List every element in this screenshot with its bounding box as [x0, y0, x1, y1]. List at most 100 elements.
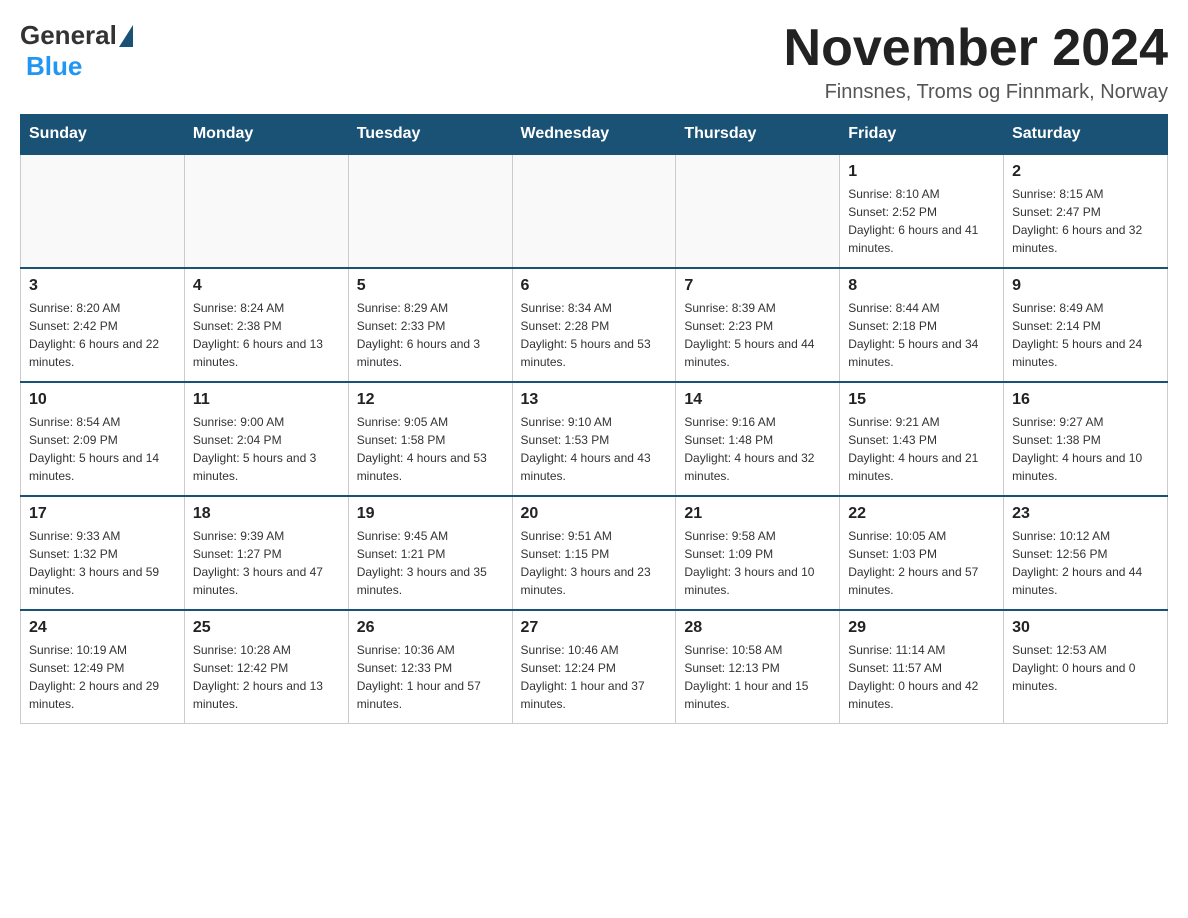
- table-row: 17Sunrise: 9:33 AMSunset: 1:32 PMDayligh…: [21, 496, 185, 610]
- table-row: 6 Sunrise: 8:34 AMSunset: 2:28 PMDaylight…: [512, 268, 676, 382]
- table-row: 9 Sunrise: 8:49 AMSunset: 2:14 PMDaylight…: [1004, 268, 1168, 382]
- day-number: 13: [521, 391, 668, 409]
- table-row: 3Sunrise: 8:20 AMSunset: 2:42 PMDaylight…: [21, 268, 185, 382]
- table-row: 13 Sunrise: 9:10 AMSunset: 1:53 PMDayligh…: [512, 382, 676, 496]
- day-info: Sunrise: 9:10 AMSunset: 1:53 PMDaylight:…: [521, 413, 668, 485]
- table-row: 15 Sunrise: 9:21 AMSunset: 1:43 PMDayligh…: [840, 382, 1004, 496]
- page-header: General Blue November 2024 Finnsnes, Tro…: [20, 20, 1168, 104]
- table-row: 8 Sunrise: 8:44 AMSunset: 2:18 PMDaylight…: [840, 268, 1004, 382]
- calendar-header-row: Sunday Monday Tuesday Wednesday Thursday…: [21, 115, 1168, 155]
- day-info: Sunrise: 10:28 AMSunset: 12:42 PMDayligh…: [193, 641, 340, 713]
- table-row: 16 Sunrise: 9:27 AMSunset: 1:38 PMDayligh…: [1004, 382, 1168, 496]
- month-title: November 2024: [784, 20, 1168, 77]
- table-row: [21, 154, 185, 268]
- col-thursday: Thursday: [676, 115, 840, 155]
- logo: General Blue: [20, 20, 133, 82]
- table-row: 12 Sunrise: 9:05 AMSunset: 1:58 PMDayligh…: [348, 382, 512, 496]
- table-row: 5Sunrise: 8:29 AMSunset: 2:33 PMDaylight…: [348, 268, 512, 382]
- day-info: Sunrise: 9:39 AMSunset: 1:27 PMDaylight:…: [193, 527, 340, 599]
- day-info: Sunrise: 10:58 AMSunset: 12:13 PMDayligh…: [684, 641, 831, 713]
- day-info: Sunrise: 9:51 AMSunset: 1:15 PMDaylight:…: [521, 527, 668, 599]
- col-friday: Friday: [840, 115, 1004, 155]
- day-number: 16: [1012, 391, 1159, 409]
- logo-general: General: [20, 20, 117, 51]
- calendar-week-row: 24 Sunrise: 10:19 AMSunset: 12:49 PMDayli…: [21, 610, 1168, 724]
- day-number: 26: [357, 619, 504, 637]
- day-info: Sunrise: 8:10 AMSunset: 2:52 PMDaylight:…: [848, 185, 995, 257]
- day-info: Sunrise: 8:24 AMSunset: 2:38 PMDaylight:…: [193, 299, 340, 371]
- day-number: 15: [848, 391, 995, 409]
- location-subtitle: Finnsnes, Troms og Finnmark, Norway: [784, 81, 1168, 104]
- day-number: 24: [29, 619, 176, 637]
- day-info: Sunrise: 9:33 AMSunset: 1:32 PMDaylight:…: [29, 527, 176, 599]
- table-row: 20 Sunrise: 9:51 AMSunset: 1:15 PMDayligh…: [512, 496, 676, 610]
- day-info: Sunrise: 9:00 AMSunset: 2:04 PMDaylight:…: [193, 413, 340, 485]
- col-tuesday: Tuesday: [348, 115, 512, 155]
- col-monday: Monday: [184, 115, 348, 155]
- day-number: 9: [1012, 277, 1159, 295]
- table-row: 7 Sunrise: 8:39 AMSunset: 2:23 PMDaylight…: [676, 268, 840, 382]
- day-number: 20: [521, 505, 668, 523]
- day-number: 1: [848, 163, 995, 181]
- day-number: 4: [193, 277, 340, 295]
- table-row: 21 Sunrise: 9:58 AMSunset: 1:09 PMDayligh…: [676, 496, 840, 610]
- day-info: Sunrise: 8:39 AMSunset: 2:23 PMDaylight:…: [684, 299, 831, 371]
- table-row: 25 Sunrise: 10:28 AMSunset: 12:42 PMDayli…: [184, 610, 348, 724]
- table-row: 18 Sunrise: 9:39 AMSunset: 1:27 PMDayligh…: [184, 496, 348, 610]
- day-number: 6: [521, 277, 668, 295]
- table-row: 23 Sunrise: 10:12 AMSunset: 12:56 PMDayli…: [1004, 496, 1168, 610]
- table-row: [348, 154, 512, 268]
- day-info: Sunrise: 9:21 AMSunset: 1:43 PMDaylight:…: [848, 413, 995, 485]
- day-info: Sunrise: 8:44 AMSunset: 2:18 PMDaylight:…: [848, 299, 995, 371]
- table-row: 19Sunrise: 9:45 AMSunset: 1:21 PMDayligh…: [348, 496, 512, 610]
- day-info: Sunrise: 9:16 AMSunset: 1:48 PMDaylight:…: [684, 413, 831, 485]
- day-number: 22: [848, 505, 995, 523]
- col-saturday: Saturday: [1004, 115, 1168, 155]
- table-row: 14 Sunrise: 9:16 AMSunset: 1:48 PMDayligh…: [676, 382, 840, 496]
- day-number: 25: [193, 619, 340, 637]
- day-number: 3: [29, 277, 176, 295]
- day-number: 28: [684, 619, 831, 637]
- day-info: Sunrise: 10:12 AMSunset: 12:56 PMDayligh…: [1012, 527, 1159, 599]
- day-number: 2: [1012, 163, 1159, 181]
- table-row: 28 Sunrise: 10:58 AMSunset: 12:13 PMDayli…: [676, 610, 840, 724]
- day-info: Sunrise: 9:58 AMSunset: 1:09 PMDaylight:…: [684, 527, 831, 599]
- day-number: 18: [193, 505, 340, 523]
- day-info: Sunrise: 8:29 AMSunset: 2:33 PMDaylight:…: [357, 299, 504, 371]
- table-row: 22 Sunrise: 10:05 AMSunset: 1:03 PMDaylig…: [840, 496, 1004, 610]
- day-info: Sunrise: 9:27 AMSunset: 1:38 PMDaylight:…: [1012, 413, 1159, 485]
- col-sunday: Sunday: [21, 115, 185, 155]
- day-number: 14: [684, 391, 831, 409]
- day-number: 30: [1012, 619, 1159, 637]
- day-info: Sunrise: 9:05 AMSunset: 1:58 PMDaylight:…: [357, 413, 504, 485]
- table-row: 26Sunrise: 10:36 AMSunset: 12:33 PMDayli…: [348, 610, 512, 724]
- day-number: 27: [521, 619, 668, 637]
- calendar-week-row: 3Sunrise: 8:20 AMSunset: 2:42 PMDaylight…: [21, 268, 1168, 382]
- day-number: 23: [1012, 505, 1159, 523]
- calendar-table: Sunday Monday Tuesday Wednesday Thursday…: [20, 114, 1168, 724]
- day-number: 7: [684, 277, 831, 295]
- day-info: Sunrise: 8:54 AMSunset: 2:09 PMDaylight:…: [29, 413, 176, 485]
- day-info: Sunrise: 8:49 AMSunset: 2:14 PMDaylight:…: [1012, 299, 1159, 371]
- day-number: 29: [848, 619, 995, 637]
- table-row: 2Sunrise: 8:15 AMSunset: 2:47 PMDaylight…: [1004, 154, 1168, 268]
- day-info: Sunrise: 10:19 AMSunset: 12:49 PMDayligh…: [29, 641, 176, 713]
- day-info: Sunrise: 10:05 AMSunset: 1:03 PMDaylight…: [848, 527, 995, 599]
- table-row: 30Sunset: 12:53 AMDaylight: 0 hours and …: [1004, 610, 1168, 724]
- table-row: 1 Sunrise: 8:10 AMSunset: 2:52 PMDaylight…: [840, 154, 1004, 268]
- calendar-week-row: 10 Sunrise: 8:54 AMSunset: 2:09 PMDayligh…: [21, 382, 1168, 496]
- day-info: Sunrise: 10:46 AMSunset: 12:24 PMDayligh…: [521, 641, 668, 713]
- table-row: [676, 154, 840, 268]
- table-row: 11Sunrise: 9:00 AMSunset: 2:04 PMDayligh…: [184, 382, 348, 496]
- day-number: 12: [357, 391, 504, 409]
- day-info: Sunrise: 9:45 AMSunset: 1:21 PMDaylight:…: [357, 527, 504, 599]
- table-row: [512, 154, 676, 268]
- table-row: 24 Sunrise: 10:19 AMSunset: 12:49 PMDayli…: [21, 610, 185, 724]
- day-info: Sunrise: 8:34 AMSunset: 2:28 PMDaylight:…: [521, 299, 668, 371]
- day-number: 21: [684, 505, 831, 523]
- table-row: [184, 154, 348, 268]
- day-number: 8: [848, 277, 995, 295]
- logo-blue: Blue: [26, 51, 82, 81]
- table-row: 29Sunrise: 11:14 AMSunset: 11:57 AMDayli…: [840, 610, 1004, 724]
- day-number: 10: [29, 391, 176, 409]
